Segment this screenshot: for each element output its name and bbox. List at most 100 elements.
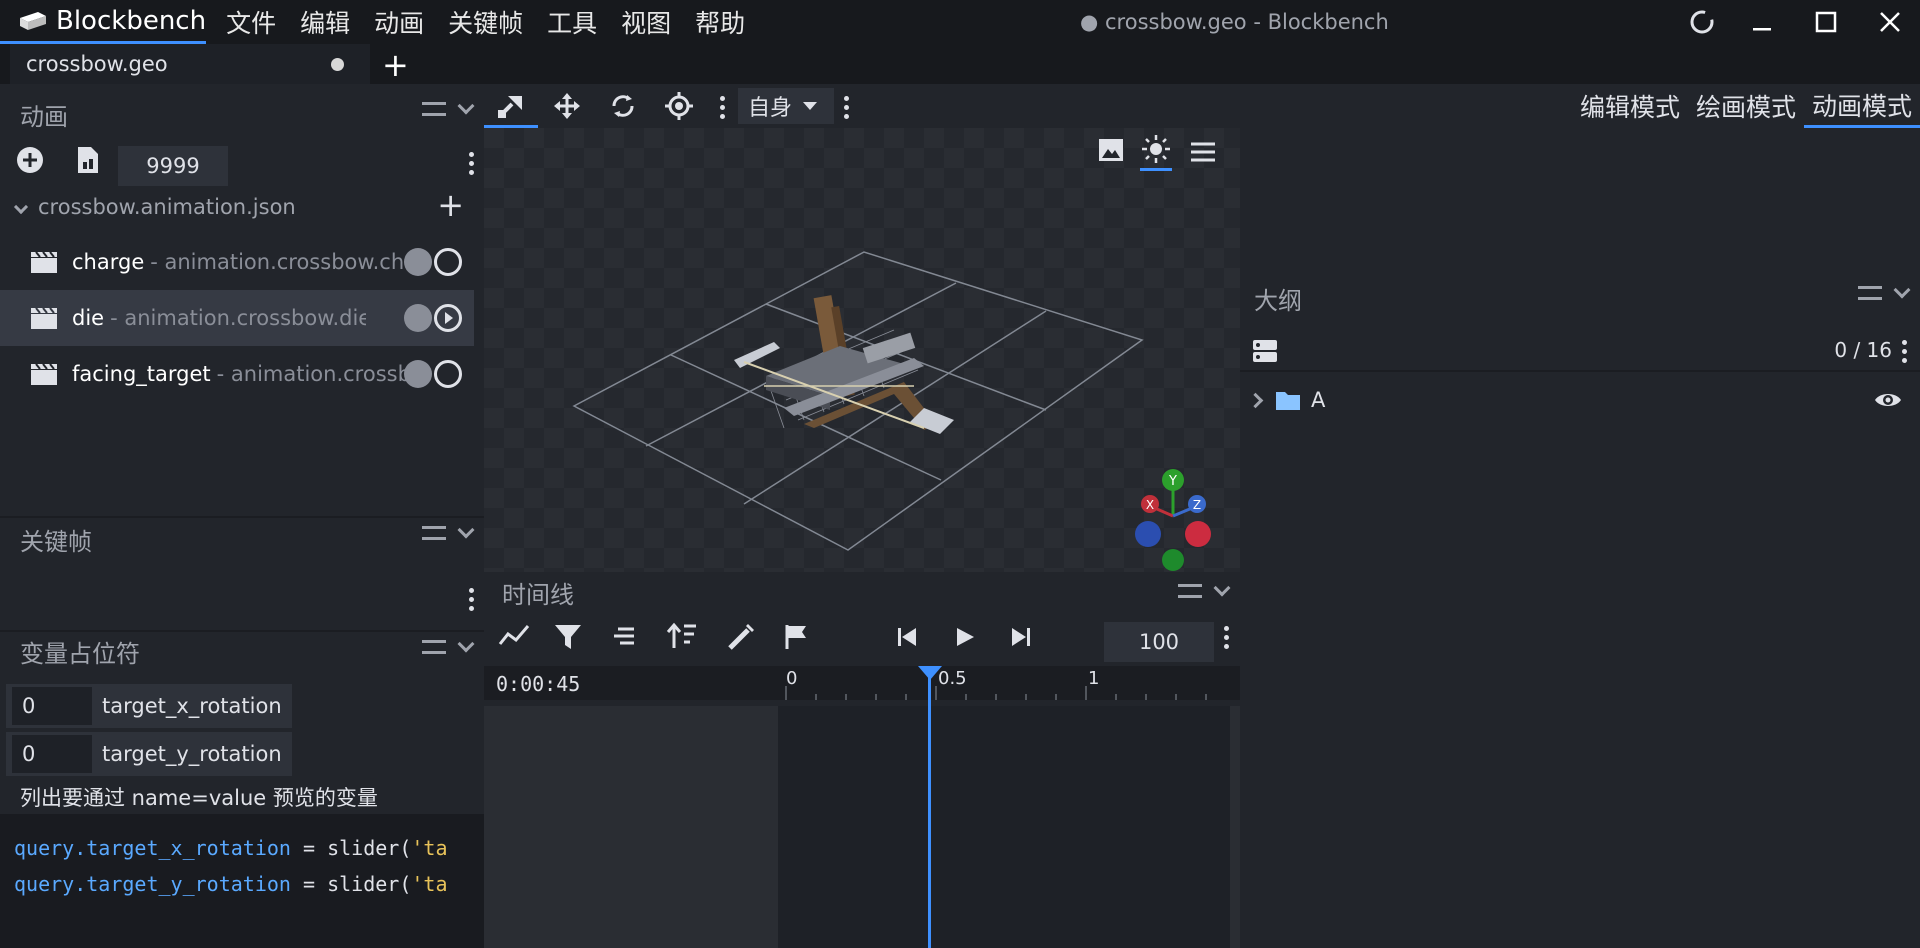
animation-item-charge[interactable]: charge - animation.crossbow.charge [0, 234, 474, 290]
blockbench-logo-icon [18, 10, 48, 32]
animation-file-row[interactable]: crossbow.animation.json + [0, 186, 484, 224]
chevron-down-icon[interactable] [1213, 579, 1231, 597]
pivot-tool-button[interactable] [652, 84, 706, 128]
rotate-icon [609, 92, 637, 120]
toolbar-more-icon[interactable] [844, 96, 849, 119]
transform-space-select[interactable]: 自身 [738, 88, 834, 124]
dropdown-caret-icon [802, 101, 818, 111]
drag-handle-icon[interactable] [422, 640, 446, 654]
timeline-more-icon[interactable] [1224, 626, 1229, 649]
outliner-group-a[interactable]: A [1240, 380, 1920, 420]
chevron-down-icon[interactable] [457, 97, 475, 115]
transform-tool-button[interactable] [484, 84, 538, 128]
code-string: 'ta [411, 836, 448, 860]
loop-check-icon[interactable] [404, 304, 432, 332]
animation-item-facing-target[interactable]: facing_target - animation.crossbow.facin… [0, 346, 474, 402]
timeline-scrollbar[interactable] [1230, 706, 1240, 948]
play-icon[interactable] [954, 626, 976, 648]
server-stack-icon[interactable] [1252, 338, 1278, 364]
new-tab-button[interactable]: + [382, 46, 409, 84]
app-logo[interactable]: Blockbench [0, 0, 207, 44]
timeline-track-area[interactable] [778, 706, 1230, 948]
axis-z-label: Z [1193, 498, 1201, 512]
animation-name: charge [72, 250, 145, 274]
outliner-more-icon[interactable] [1902, 340, 1907, 363]
loop-check-icon[interactable] [404, 248, 432, 276]
playhead-handle[interactable] [918, 666, 942, 680]
skip-forward-icon[interactable] [1010, 626, 1032, 648]
chevron-down-icon[interactable] [457, 521, 475, 539]
variable-label: target_x_rotation [102, 694, 282, 718]
unsaved-dot-icon[interactable] [331, 58, 344, 71]
timeline-ruler[interactable] [484, 666, 1240, 700]
align-lines-icon[interactable] [612, 626, 636, 646]
variables-code-editor[interactable]: query.target_x_rotation = slider('ta que… [0, 814, 484, 948]
update-button[interactable] [1682, 4, 1722, 40]
animations-toolbar [0, 140, 484, 180]
mode-paint-tab[interactable]: 绘画模式 [1688, 84, 1804, 128]
minimize-button[interactable] [1742, 4, 1782, 40]
add-animation-button[interactable] [16, 146, 44, 174]
chevron-down-icon[interactable] [1893, 281, 1911, 299]
graph-editor-icon[interactable] [498, 624, 530, 648]
more-options-icon[interactable] [469, 152, 474, 175]
mode-edit-tab[interactable]: 编辑模式 [1572, 84, 1688, 128]
menu-view[interactable]: 视图 [609, 0, 683, 44]
animation-item-die[interactable]: die - animation.crossbow.die [0, 290, 474, 346]
drag-handle-icon[interactable] [422, 102, 446, 116]
mode-switcher: 编辑模式 绘画模式 动画模式 [1572, 84, 1920, 128]
brush-icon[interactable] [726, 622, 756, 652]
menu-edit[interactable]: 编辑 [288, 0, 362, 44]
load-animation-file-button[interactable] [76, 146, 100, 174]
drag-handle-icon[interactable] [1178, 584, 1202, 598]
tab-crossbow-geo[interactable]: crossbow.geo [10, 44, 370, 84]
menu-animation[interactable]: 动画 [362, 0, 436, 44]
ruler-tick-label: 0.5 [938, 668, 967, 689]
loop-check-icon[interactable] [404, 360, 432, 388]
skip-back-icon[interactable] [896, 626, 918, 648]
code-function: slider( [327, 872, 412, 896]
clapperboard-icon [30, 250, 58, 274]
variable-value-input[interactable]: 0 [12, 687, 92, 725]
sort-icon[interactable] [666, 622, 698, 650]
animation-file-name: crossbow.animation.json [38, 195, 296, 219]
animation-speed-input[interactable]: 9999 [118, 146, 228, 186]
timeline-fps-input[interactable]: 100 [1104, 622, 1214, 662]
filter-icon[interactable] [554, 624, 582, 650]
drag-handle-icon[interactable] [422, 526, 446, 540]
menu-keyframe[interactable]: 关键帧 [436, 0, 535, 44]
transform-tool-icon [496, 90, 526, 120]
play-toggle-icon[interactable] [434, 248, 462, 276]
title-bar: Blockbench 文件 编辑 动画 关键帧 工具 视图 帮助 ● cross… [0, 0, 1920, 44]
collapse-chevron-icon[interactable] [13, 199, 29, 215]
tool-options-icon[interactable] [720, 96, 725, 119]
axis-gizmo[interactable]: Y X Z [1124, 456, 1224, 572]
eye-visibility-icon[interactable] [1874, 390, 1902, 410]
ruler-tick-label: 0 [786, 668, 798, 689]
chevron-down-icon[interactable] [457, 635, 475, 653]
menu-tools[interactable]: 工具 [535, 0, 609, 44]
close-window-button[interactable] [1870, 4, 1910, 40]
drag-handle-icon[interactable] [1858, 286, 1882, 300]
play-circle-icon[interactable] [434, 304, 462, 332]
variable-value-input[interactable]: 0 [12, 735, 92, 773]
expand-chevron-icon[interactable] [1247, 392, 1264, 408]
keyframes-more-icon[interactable] [469, 588, 474, 611]
maximize-button[interactable] [1806, 4, 1846, 40]
play-toggle-icon[interactable] [434, 360, 462, 388]
playhead[interactable] [928, 668, 931, 948]
timeline-header: 时间线 [484, 572, 1240, 612]
keyframes-panel-header: 关键帧 [0, 516, 484, 556]
tab-bar: crossbow.geo + [0, 44, 1920, 84]
flag-marker-icon[interactable] [784, 624, 810, 650]
3d-viewport[interactable]: Y X Z [484, 128, 1240, 572]
outliner-header: 大纲 [1240, 278, 1920, 318]
menu-file[interactable]: 文件 [214, 0, 288, 44]
add-to-file-button[interactable]: + [437, 186, 464, 224]
move-tool-button[interactable] [540, 84, 594, 128]
rotate-tool-button[interactable] [596, 84, 650, 128]
code-function: slider( [327, 836, 412, 860]
mode-animate-tab[interactable]: 动画模式 [1803, 84, 1920, 128]
menu-help[interactable]: 帮助 [683, 0, 757, 44]
timeline-panel: 时间线 100 0:00:45 0 0.5 1 [484, 572, 1240, 948]
